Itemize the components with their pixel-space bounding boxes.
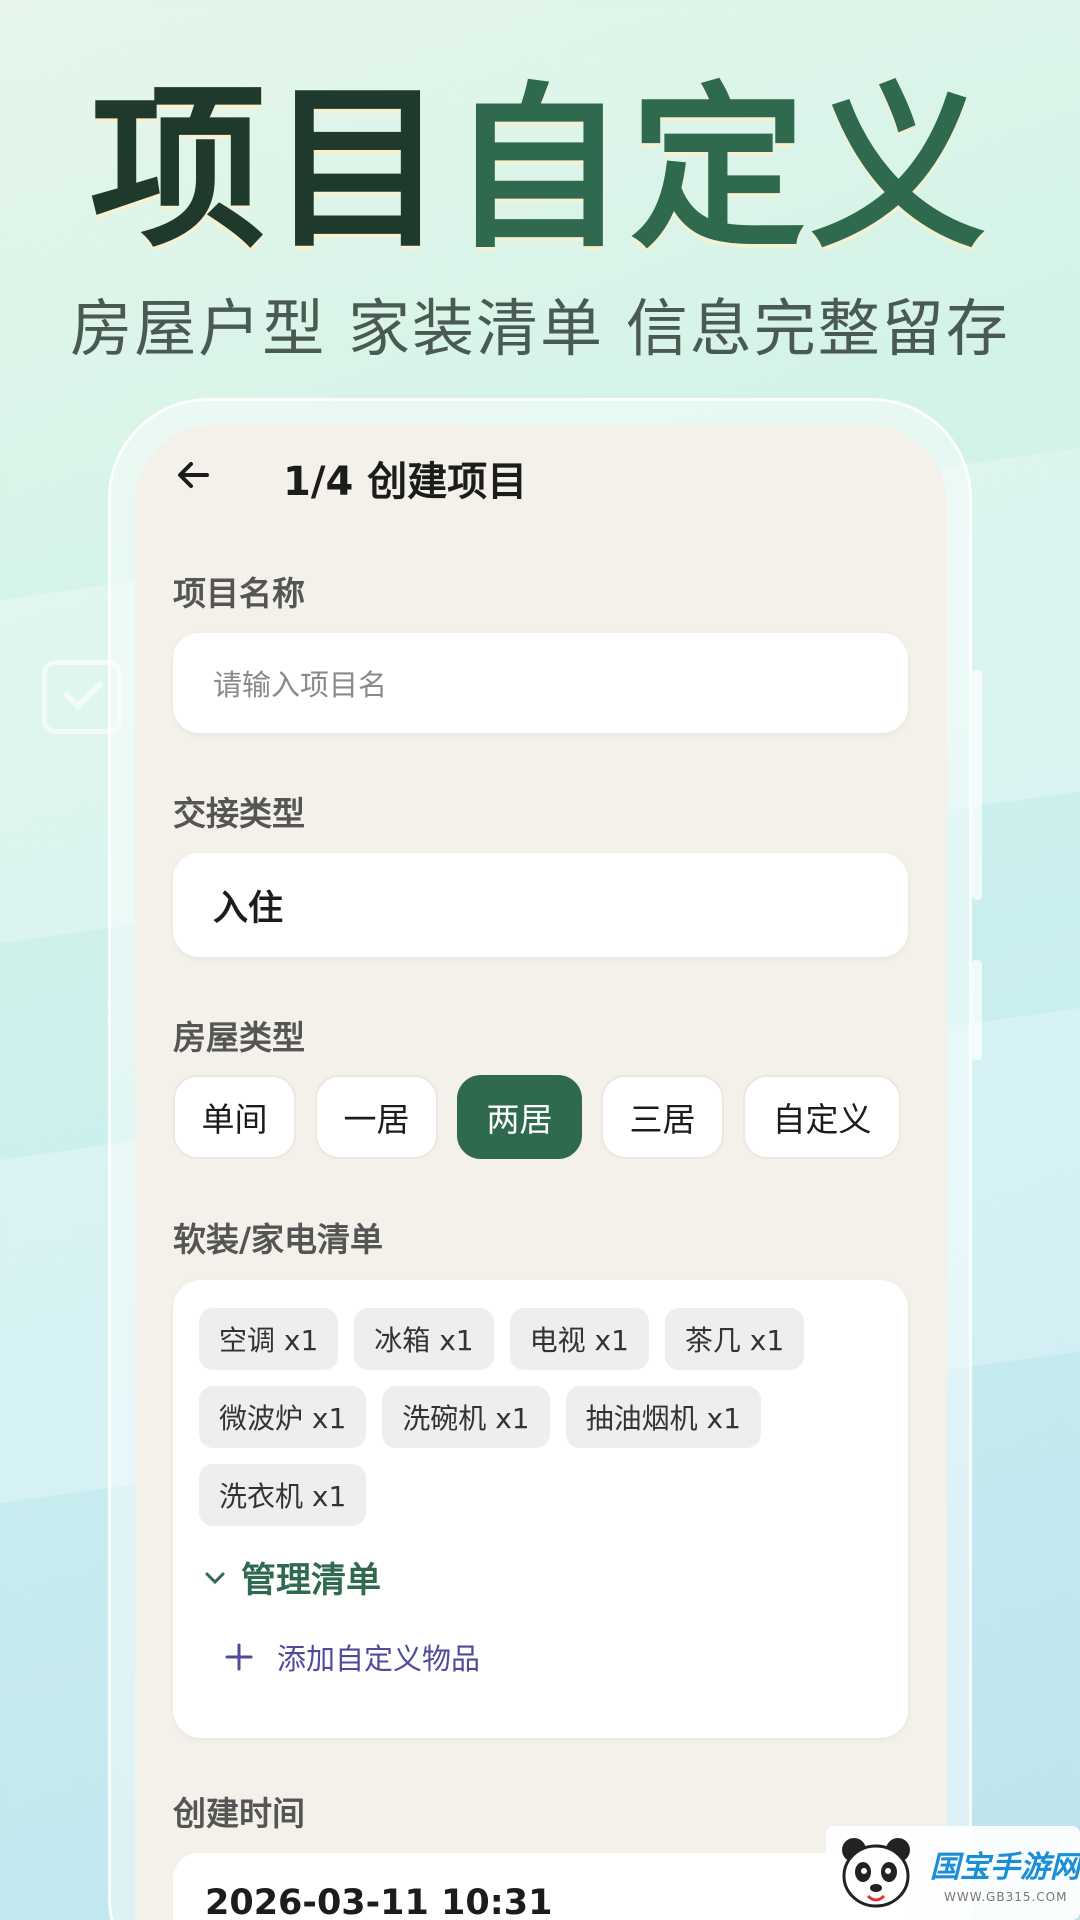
house-type-option[interactable]: 单间	[173, 1075, 296, 1159]
created-time-value: 2026-03-11 10:31	[205, 1883, 553, 1920]
list-item[interactable]: 微波炉 x1	[199, 1386, 367, 1448]
house-type-options: 单间 一居 两居 三居 自定义	[173, 1075, 901, 1159]
list-item[interactable]: 抽油烟机 x1	[565, 1386, 761, 1448]
project-name-placeholder: 请输入项目名	[213, 668, 388, 702]
handover-type-label: 交接类型	[173, 794, 305, 833]
house-type-label: 房屋类型	[173, 1018, 305, 1057]
add-custom-item-button[interactable]: 添加自定义物品	[225, 1636, 480, 1678]
project-name-label: 项目名称	[173, 574, 305, 613]
top-bar: 1/4 创建项目	[135, 425, 947, 525]
page-title: 1/4 创建项目	[283, 459, 528, 505]
phone-side-button	[972, 960, 982, 1060]
project-name-input[interactable]: 请输入项目名	[173, 633, 908, 733]
app-screen: 1/4 创建项目 项目名称 请输入项目名 交接类型 入住 房屋类型 单间 一居 …	[135, 425, 947, 1920]
manage-list-label: 管理清单	[241, 1561, 382, 1601]
list-item[interactable]: 空调 x1	[199, 1308, 339, 1370]
headline-part2: 自定义	[450, 67, 991, 272]
furnishing-tags: 空调 x1 冰箱 x1 电视 x1 茶几 x1 微波炉 x1 洗碗机 x1 抽油…	[199, 1308, 889, 1526]
list-item[interactable]: 茶几 x1	[664, 1308, 805, 1370]
promo-headline: 项目自定义	[0, 70, 1080, 270]
handover-type-select[interactable]: 入住	[173, 853, 908, 957]
house-type-option[interactable]: 三居	[601, 1075, 724, 1159]
created-time-label: 创建时间	[173, 1794, 305, 1833]
house-type-option-selected[interactable]: 两居	[457, 1075, 582, 1159]
plus-icon	[225, 1643, 253, 1671]
list-item[interactable]: 洗衣机 x1	[199, 1464, 367, 1526]
headline-part1: 项目	[89, 67, 450, 272]
add-custom-item-label: 添加自定义物品	[277, 1642, 481, 1676]
promo-subtitle: 房屋户型 家装清单 信息完整留存	[70, 292, 1010, 365]
phone-side-button	[972, 670, 982, 900]
handover-type-value: 入住	[213, 888, 284, 929]
list-item[interactable]: 电视 x1	[509, 1308, 649, 1370]
watermark-name: 国宝手游网	[930, 1850, 1080, 1885]
furnishing-list-label: 软装/家电清单	[173, 1220, 384, 1259]
watermark: 国宝手游网 WWW.GB315.COM	[826, 1826, 1080, 1920]
panda-logo-icon	[842, 1838, 910, 1908]
furnishing-list-card: 空调 x1 冰箱 x1 电视 x1 茶几 x1 微波炉 x1 洗碗机 x1 抽油…	[173, 1280, 908, 1738]
house-type-option[interactable]: 自定义	[743, 1075, 901, 1159]
watermark-url: WWW.GB315.COM	[944, 1890, 1068, 1904]
chevron-down-icon	[205, 1572, 225, 1584]
back-arrow-icon[interactable]	[173, 455, 213, 495]
list-item[interactable]: 冰箱 x1	[354, 1308, 494, 1370]
list-item[interactable]: 洗碗机 x1	[382, 1386, 550, 1448]
created-time-field[interactable]: 2026-03-11 10:31	[173, 1853, 908, 1920]
house-type-option[interactable]: 一居	[315, 1075, 438, 1159]
manage-list-toggle[interactable]: 管理清单	[203, 1552, 381, 1603]
